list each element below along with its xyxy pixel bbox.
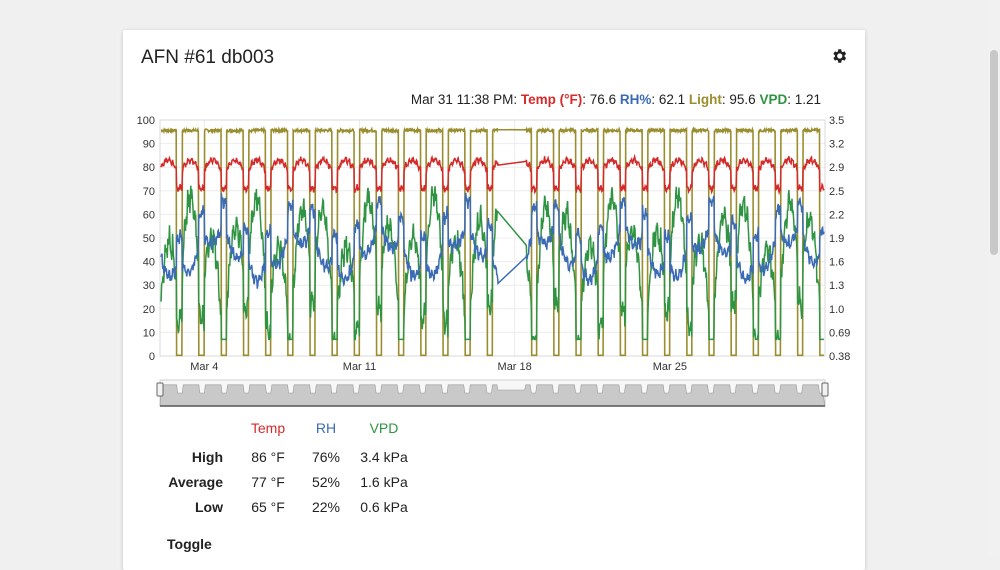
stats-cell: 86 °F: [251, 448, 285, 465]
stats-header-rh: RH: [315, 420, 337, 436]
stats-cell: 0.6 kPa: [360, 498, 408, 515]
y-left-tick-label: 40: [143, 257, 155, 269]
y-right-tick-label: 1.6: [829, 257, 844, 269]
x-tick-label: Mar 4: [190, 361, 218, 373]
y-left-tick-label: 80: [143, 162, 155, 174]
stats-cell: 22%: [311, 498, 341, 515]
stats-cell: 65 °F: [251, 498, 285, 515]
y-right-tick-label: 0.38: [829, 351, 850, 363]
stats-row-label: High: [191, 448, 223, 465]
stats-table: Temp RH VPD High 86 °F 76% 3.4 kPa Avera…: [163, 418, 413, 519]
stats-cell: 52%: [311, 473, 341, 490]
y-left-tick-label: 70: [143, 186, 155, 198]
stats-cell: 1.6 kPa: [360, 473, 408, 490]
y-right-tick-label: 2.5: [829, 186, 844, 198]
stats-row-high: High 86 °F 76% 3.4 kPa: [163, 444, 413, 469]
y-right-tick-label: 1.3: [829, 280, 844, 292]
x-tick-label: Mar 18: [498, 361, 532, 373]
readout-vpd-value: : 1.21: [787, 92, 821, 107]
y-left-tick-label: 90: [143, 139, 155, 151]
card-title: AFN #61 db003: [141, 47, 275, 68]
readout-rh-label: RH%: [619, 92, 652, 107]
y-right-tick-label: 0.69: [829, 327, 850, 339]
readout-light-label: Light: [688, 92, 722, 107]
y-right-tick-label: 2.2: [829, 209, 844, 221]
stats-cell: 76%: [311, 448, 341, 465]
y-left-tick-label: 30: [143, 280, 155, 292]
y-left-tick-label: 0: [149, 351, 155, 363]
y-right-tick-label: 2.9: [829, 162, 844, 174]
readout-rh-value: : 62.1: [651, 92, 686, 107]
stats-cell: 3.4 kPa: [360, 448, 408, 465]
stats-cell: 77 °F: [251, 473, 285, 490]
readout-light-value: : 95.6: [721, 92, 756, 107]
gear-icon[interactable]: [830, 47, 848, 65]
y-right-tick-label: 3.2: [829, 139, 844, 151]
readout-temp-label: Temp (°F): [520, 92, 583, 107]
x-tick-label: Mar 11: [343, 361, 376, 373]
y-right-tick-label: 3.5: [829, 115, 844, 127]
stats-header-temp: Temp: [250, 420, 286, 436]
device-card: AFN #61 db003 Mar 31 11:38 PM: Temp (°F)…: [123, 30, 865, 570]
y-left-tick-label: 100: [137, 115, 155, 127]
navigator-handle-right[interactable]: [821, 382, 829, 397]
y-right-tick-label: 1.9: [829, 233, 844, 245]
readout-datetime: Mar 31 11:38 PM:: [410, 92, 518, 107]
stats-row-label: Low: [195, 498, 223, 515]
sensor-chart[interactable]: 0 10 20 30 40 50 60 70 80 90 100 0.38 0.69 1.0 1.3 1.6 1…: [123, 110, 865, 410]
toggle-button[interactable]: Toggle: [167, 536, 212, 552]
y-left-tick-label: 10: [143, 327, 155, 339]
stats-row-label: Average: [168, 473, 223, 490]
y-right-tick-label: 1.0: [829, 304, 844, 316]
x-tick-label: Mar 25: [653, 361, 687, 373]
scrollbar-thumb[interactable]: [990, 50, 998, 255]
readout-vpd-label: VPD: [759, 92, 788, 107]
hover-readout: Mar 31 11:38 PM: Temp (°F): 76.6 RH%: 62…: [411, 92, 821, 107]
navigator-handle-left[interactable]: [156, 382, 164, 397]
page-scrollbar[interactable]: [988, 0, 1000, 557]
navigator-series: [159, 384, 826, 407]
stats-row-low: Low 65 °F 22% 0.6 kPa: [163, 494, 413, 519]
y-left-tick-label: 60: [143, 209, 155, 221]
y-left-tick-label: 20: [143, 304, 155, 316]
stats-header-vpd: VPD: [369, 420, 399, 436]
stats-row-average: Average 77 °F 52% 1.6 kPa: [163, 469, 413, 494]
readout-temp-value: : 76.6: [582, 92, 617, 107]
y-left-tick-label: 50: [143, 233, 155, 245]
